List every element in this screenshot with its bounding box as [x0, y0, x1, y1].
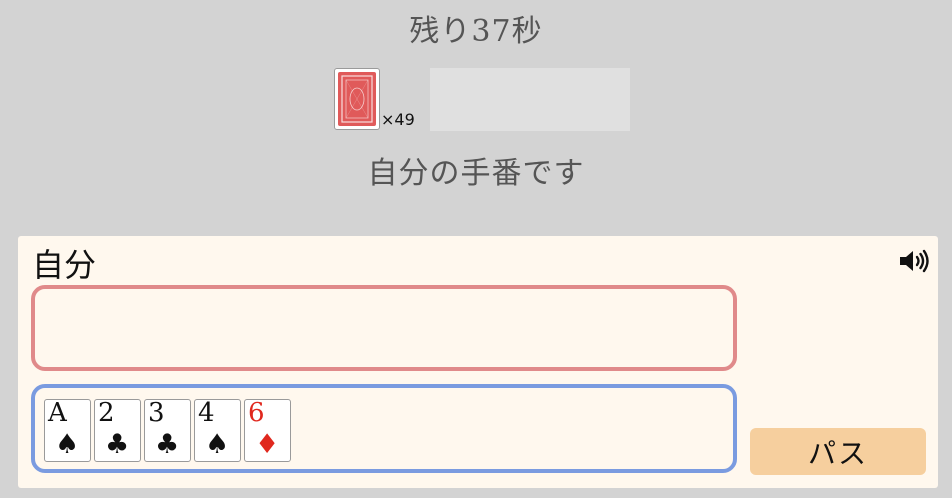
club-icon: ♣	[155, 429, 180, 460]
card-rank: 2	[98, 398, 115, 428]
spade-icon: ♠	[55, 429, 80, 460]
hand-card[interactable]: 4 ♠	[194, 398, 241, 462]
speaker-volume-icon[interactable]	[898, 248, 930, 274]
hand-cards: A ♠ 2 ♣ 3 ♣ 4 ♠ 6 ♦	[44, 398, 291, 462]
turn-status: 自分の手番です	[367, 156, 585, 191]
game-screen: 残り37秒 ×49 自分の手番です 自分 A ♠ 2 ♣ 3 ♣ 4 ♠ 6 ♦…	[0, 0, 952, 498]
diamond-icon: ♦	[255, 429, 280, 460]
deck-count: ×49	[381, 110, 415, 129]
spade-icon: ♠	[205, 429, 230, 460]
card-rank: 4	[198, 398, 215, 428]
club-icon: ♣	[105, 429, 130, 460]
card-rank: 3	[148, 398, 165, 428]
player-panel: 自分 A ♠ 2 ♣ 3 ♣ 4 ♠ 6 ♦ パス	[18, 236, 938, 488]
played-cards-area[interactable]	[31, 285, 737, 371]
hand-card[interactable]: A ♠	[44, 398, 91, 462]
hand-card[interactable]: 3 ♣	[144, 398, 191, 462]
card-back-icon	[338, 72, 376, 126]
hand-card[interactable]: 6 ♦	[244, 398, 291, 462]
card-rank: A	[48, 398, 67, 428]
pass-button[interactable]: パス	[750, 428, 926, 475]
table-field	[430, 68, 630, 131]
card-rank: 6	[248, 398, 265, 428]
draw-deck	[334, 68, 380, 130]
hand-area: A ♠ 2 ♣ 3 ♣ 4 ♠ 6 ♦	[31, 384, 737, 473]
turn-timer: 残り37秒	[409, 14, 543, 49]
hand-card[interactable]: 2 ♣	[94, 398, 141, 462]
player-name: 自分	[32, 246, 97, 284]
